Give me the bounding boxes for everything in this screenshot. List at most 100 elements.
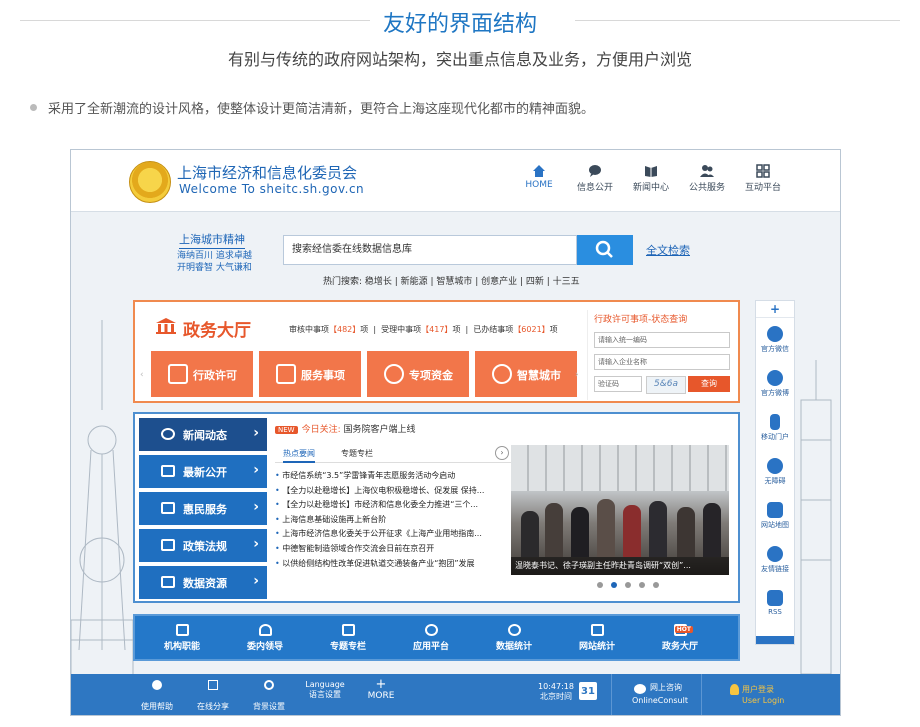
- status-query-panel: 行政许可事项-状态查询 请输入统一编码 请输入企业名称 验证码 5&6a 查询: [587, 310, 736, 400]
- user-icon: [730, 684, 739, 695]
- hot-badge: HOT: [674, 626, 693, 633]
- hot-search[interactable]: 热门搜索: 稳增长 | 新能源 | 智慧城市 | 创意产业 | 四新 | 十三五: [323, 274, 580, 287]
- footer-help[interactable]: 使用帮助: [131, 680, 183, 712]
- nav-public-service[interactable]: 公共服务: [679, 164, 735, 193]
- accessibility-icon: [767, 458, 783, 474]
- shortcut-org[interactable]: 机构职能: [147, 624, 217, 652]
- emblem-icon: [129, 161, 171, 203]
- today-focus[interactable]: NEW 今日关注: 国务院客户端上线: [275, 422, 416, 435]
- next-arrow-icon[interactable]: ›: [575, 370, 579, 380]
- rail-weibo[interactable]: 官方微博: [756, 370, 794, 398]
- nav-interact[interactable]: 互动平台: [735, 164, 791, 193]
- carousel-dot[interactable]: [653, 582, 659, 588]
- company-name-input[interactable]: 请输入企业名称: [594, 354, 730, 370]
- wechat-icon: [767, 326, 783, 342]
- rail-rss[interactable]: RSS: [756, 590, 794, 616]
- rail-collapse-handle[interactable]: [756, 636, 794, 644]
- shortcut-special[interactable]: 专题专栏: [313, 624, 383, 652]
- rail-mobile[interactable]: 移动门户: [756, 414, 794, 442]
- fulltext-search-link[interactable]: 全文检索: [646, 242, 690, 258]
- bullet-text: 采用了全新潮流的设计风格，使整体设计更简洁清新，更符合上海这座现代化都市的精神面…: [48, 102, 595, 117]
- list-item[interactable]: 以供给侧结构性改革促进轨道交通装备产业“抱团”发展: [275, 558, 511, 573]
- tv-tower-sketch: [71, 320, 134, 675]
- online-consult[interactable]: 网上咨询 OnlineConsult: [611, 674, 702, 715]
- query-button[interactable]: 查询: [688, 376, 730, 392]
- link-icon: [767, 546, 783, 562]
- user-login[interactable]: 用户登录 User Login: [701, 674, 840, 715]
- carousel-dot[interactable]: [625, 582, 631, 588]
- hand-icon: [492, 364, 512, 384]
- tile-service-items[interactable]: 服务事项: [259, 351, 361, 397]
- footer-share[interactable]: 在线分享: [187, 680, 239, 712]
- rail-wechat[interactable]: 官方微信: [756, 326, 794, 354]
- list-item[interactable]: 【全力以赴稳增长】上海仪电积极稳增长、促发展 保持...: [275, 485, 511, 500]
- search-button[interactable]: [577, 235, 633, 265]
- tab-hot-news[interactable]: 热点要闻: [283, 448, 315, 463]
- shortcut-site-stats[interactable]: 网站统计: [562, 624, 632, 652]
- footer-more[interactable]: + MORE: [355, 678, 407, 701]
- chat-icon: [161, 428, 175, 440]
- prev-arrow-icon[interactable]: ‹: [140, 370, 144, 380]
- chevron-right-icon: ›: [253, 425, 259, 441]
- captcha-image[interactable]: 5&6a: [646, 376, 686, 394]
- unified-code-input[interactable]: 请输入统一编码: [594, 332, 730, 348]
- star-icon: [424, 624, 438, 636]
- chevron-right-icon: ›: [253, 499, 259, 515]
- menu-news[interactable]: 新闻动态 ›: [139, 418, 267, 451]
- site-header: 上海市经济和信息化委员会 Welcome To sheitc.sh.gov.cn…: [71, 150, 840, 212]
- carousel-dot[interactable]: [639, 582, 645, 588]
- news-tabs: 热点要闻 专题专栏 ›: [275, 446, 511, 463]
- rail-expand-button[interactable]: +: [756, 301, 794, 318]
- photo-ceiling: [511, 445, 729, 491]
- grid-icon: [341, 624, 355, 636]
- menu-latest-open[interactable]: 最新公开 ›: [139, 455, 267, 488]
- nav-home[interactable]: HOME: [511, 164, 567, 190]
- query-title: 行政许可事项-状态查询: [594, 315, 688, 325]
- calendar-icon[interactable]: 31: [579, 682, 597, 700]
- chat-icon: [589, 165, 601, 177]
- shortcut-data-stats[interactable]: 数据统计: [479, 624, 549, 652]
- menu-public-benefit[interactable]: 惠民服务 ›: [139, 492, 267, 525]
- site-logo-cn[interactable]: 上海市经济和信息化委员会: [177, 162, 357, 183]
- news-list: 市经信系统“3.5”学雷锋青年志愿服务活动今启动 【全力以赴稳增长】上海仪电积极…: [275, 470, 511, 572]
- list-item[interactable]: 市经信系统“3.5”学雷锋青年志愿服务活动今启动: [275, 470, 511, 485]
- tile-special-fund[interactable]: 专项资金: [367, 351, 469, 397]
- page-subtitle: 有别与传统的政府网站架构，突出重点信息及业务，方便用户浏览: [227, 50, 692, 69]
- building-sketch: [800, 360, 832, 674]
- list-icon: [276, 364, 296, 384]
- captcha-input[interactable]: 验证码: [594, 376, 642, 392]
- list-item[interactable]: 上海市经济信息化委关于公开征求《上海产业用地指南...: [275, 528, 511, 543]
- nav-info-open[interactable]: 信息公开: [567, 164, 623, 193]
- list-item[interactable]: 上海信息基础设施再上新台阶: [275, 514, 511, 529]
- footer-language[interactable]: Language 语言设置: [299, 680, 351, 700]
- carousel-dot[interactable]: [597, 582, 603, 588]
- shortcut-gov-hall[interactable]: 政务大厅 HOT: [645, 624, 715, 652]
- tile-admin-license[interactable]: 行政许可: [151, 351, 253, 397]
- weibo-icon: [767, 370, 783, 386]
- news-photo[interactable]: 温晓泰书记、徐子瑛副主任昨赴青岛调研“双创”...: [511, 445, 729, 575]
- footer-background[interactable]: 背景设置: [243, 680, 295, 712]
- menu-data[interactable]: 数据资源 ›: [139, 566, 267, 599]
- language-icon: Language: [305, 680, 345, 689]
- shortcut-bar: 机构职能 委内领导 专题专栏 应用平台 数据统计 网站统计 政务大厅 HOT: [133, 614, 740, 661]
- search-input[interactable]: 搜索经信委在线数据信息库: [283, 235, 577, 265]
- rail-sitemap[interactable]: 网站地图: [756, 502, 794, 530]
- more-arrow-icon[interactable]: ›: [495, 446, 509, 460]
- rail-accessibility[interactable]: 无障碍: [756, 458, 794, 486]
- pie-chart-icon: [507, 624, 521, 636]
- tile-smart-city[interactable]: 智慧城市: [475, 351, 577, 397]
- tab-special-column[interactable]: 专题专栏: [341, 448, 373, 459]
- book-icon: [645, 166, 657, 177]
- shortcut-apps[interactable]: 应用平台: [396, 624, 466, 652]
- city-spirit-line2: 开明睿智 大气谦和: [177, 263, 252, 273]
- nav-news-center[interactable]: 新闻中心: [623, 164, 679, 193]
- gear-icon: [264, 680, 274, 690]
- carousel-dot-active[interactable]: [611, 582, 617, 588]
- news-menu: 新闻动态 › 最新公开 › 惠民服务 › 政策法规 › 数据资源 ›: [139, 418, 267, 599]
- shortcut-leaders[interactable]: 委内领导: [230, 624, 300, 652]
- rail-links[interactable]: 友情链接: [756, 546, 794, 574]
- list-item[interactable]: 【全力以赴稳增长】市经济和信息化委全力推进“三个...: [275, 499, 511, 514]
- list-item[interactable]: 中德智能制造领域合作交流会日前在京召开: [275, 543, 511, 558]
- gavel-icon: [161, 539, 175, 551]
- menu-policy[interactable]: 政策法规 ›: [139, 529, 267, 562]
